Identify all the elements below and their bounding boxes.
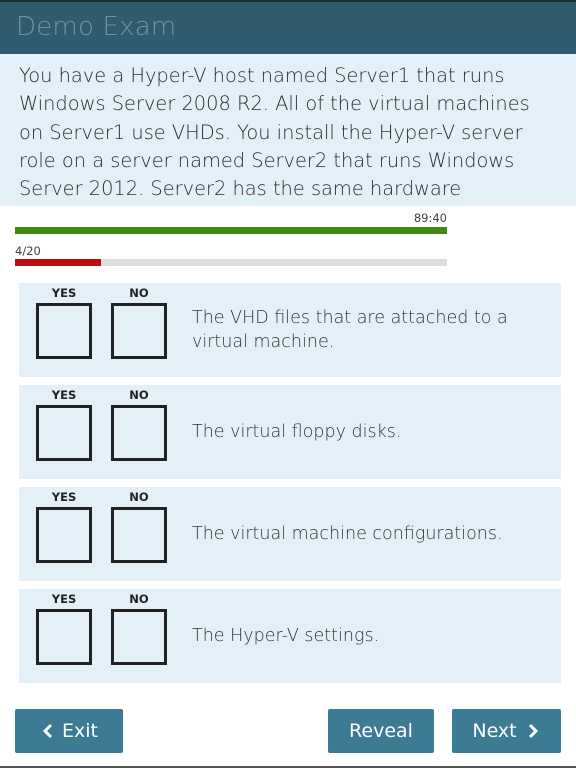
statement-text: The Hyper-V settings. xyxy=(192,626,380,646)
yes-checkbox-3[interactable] xyxy=(36,507,92,563)
question-panel[interactable]: You have a Hyper-V host named Server1 th… xyxy=(0,54,576,206)
no-checkbox-3[interactable] xyxy=(111,507,167,563)
no-checkbox-2[interactable] xyxy=(111,405,167,461)
app-title: Demo Exam xyxy=(16,12,177,42)
exit-button[interactable]: Exit xyxy=(15,709,123,753)
yes-label: YES xyxy=(51,286,77,300)
no-label: NO xyxy=(129,286,149,300)
timer-bar-fill xyxy=(15,227,447,234)
no-label: NO xyxy=(129,388,149,402)
statement-row-2: YES NO The virtual floppy disks. xyxy=(19,385,561,479)
statement-text: The VHD files that are attached to a vir… xyxy=(192,308,508,352)
yes-checkbox-2[interactable] xyxy=(36,405,92,461)
reveal-label: Reveal xyxy=(349,720,413,742)
no-checkbox-1[interactable] xyxy=(111,303,167,359)
yes-label: YES xyxy=(51,388,77,402)
yes-label: YES xyxy=(51,592,77,606)
reveal-button[interactable]: Reveal xyxy=(328,709,434,753)
exit-label: Exit xyxy=(62,720,98,742)
chevron-left-icon xyxy=(40,723,56,739)
timer-bar xyxy=(15,227,447,234)
timer-label: 89:40 xyxy=(413,211,447,225)
next-button[interactable]: Next xyxy=(452,709,561,753)
statement-text: The virtual floppy disks. xyxy=(192,422,402,442)
statement-row-1: YES NO The VHD files that are attached t… xyxy=(19,283,561,377)
progress-bar-fill xyxy=(15,259,102,266)
app-header: Demo Exam xyxy=(0,0,576,54)
statement-row-3: YES NO The virtual machine configuration… xyxy=(19,487,561,581)
progress-bar xyxy=(15,259,447,266)
yes-checkbox-4[interactable] xyxy=(36,609,92,665)
yes-checkbox-1[interactable] xyxy=(36,303,92,359)
yes-label: YES xyxy=(51,490,77,504)
no-label: NO xyxy=(129,490,149,504)
chevron-right-icon xyxy=(525,723,541,739)
next-label: Next xyxy=(472,720,517,742)
question-text: You have a Hyper-V host named Server1 th… xyxy=(19,64,530,206)
no-checkbox-4[interactable] xyxy=(111,609,167,665)
no-label: NO xyxy=(129,592,149,606)
statement-row-4: YES NO The Hyper-V settings. xyxy=(19,589,561,683)
progress-label: 4/20 xyxy=(15,244,41,258)
statement-text: The virtual machine configurations. xyxy=(192,524,503,544)
